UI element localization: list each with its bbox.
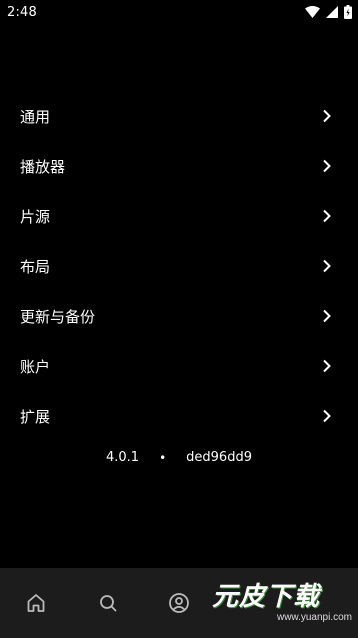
version-info: 4.0.1 • ded96dd9 (0, 450, 358, 465)
menu-item-label: 更新与备份 (20, 307, 96, 326)
version-separator: • (159, 450, 167, 465)
chevron-right-icon (323, 209, 331, 223)
menu-item-label: 账户 (20, 357, 51, 376)
account-icon[interactable] (168, 592, 190, 614)
version-number: 4.0.1 (106, 450, 140, 465)
signal-icon (326, 6, 338, 18)
menu-item-label: 片源 (20, 207, 51, 226)
commit-hash: ded96dd9 (186, 450, 252, 465)
menu-item-sources[interactable]: 片源 (0, 191, 358, 241)
chevron-right-icon (323, 259, 331, 273)
menu-item-account[interactable]: 账户 (0, 341, 358, 391)
status-icons (305, 5, 352, 19)
menu-item-player[interactable]: 播放器 (0, 141, 358, 191)
wifi-icon (305, 6, 320, 18)
battery-icon (344, 5, 352, 19)
settings-menu: 通用 播放器 片源 布局 更新与备份 账户 扩展 (0, 91, 358, 441)
menu-item-layout[interactable]: 布局 (0, 241, 358, 291)
bottom-nav: 元皮下载 www.yuanpi.com (0, 568, 358, 638)
menu-item-update-backup[interactable]: 更新与备份 (0, 291, 358, 341)
menu-item-label: 布局 (20, 257, 51, 276)
chevron-right-icon (323, 409, 331, 423)
chevron-right-icon (323, 309, 331, 323)
menu-item-label: 播放器 (20, 157, 66, 176)
search-icon[interactable] (97, 592, 119, 614)
watermark: 元皮下载 www.yuanpi.com (212, 582, 352, 632)
menu-item-label: 扩展 (20, 407, 51, 426)
chevron-right-icon (323, 359, 331, 373)
home-icon[interactable] (25, 592, 47, 614)
menu-item-general[interactable]: 通用 (0, 91, 358, 141)
menu-item-extensions[interactable]: 扩展 (0, 391, 358, 441)
watermark-url: www.yuanpi.com (276, 612, 352, 623)
status-bar: 2:48 (0, 0, 358, 24)
status-time: 2:48 (7, 4, 37, 20)
watermark-logo: 元皮下载 (212, 582, 321, 612)
chevron-right-icon (323, 109, 331, 123)
menu-item-label: 通用 (20, 107, 51, 126)
chevron-right-icon (323, 159, 331, 173)
